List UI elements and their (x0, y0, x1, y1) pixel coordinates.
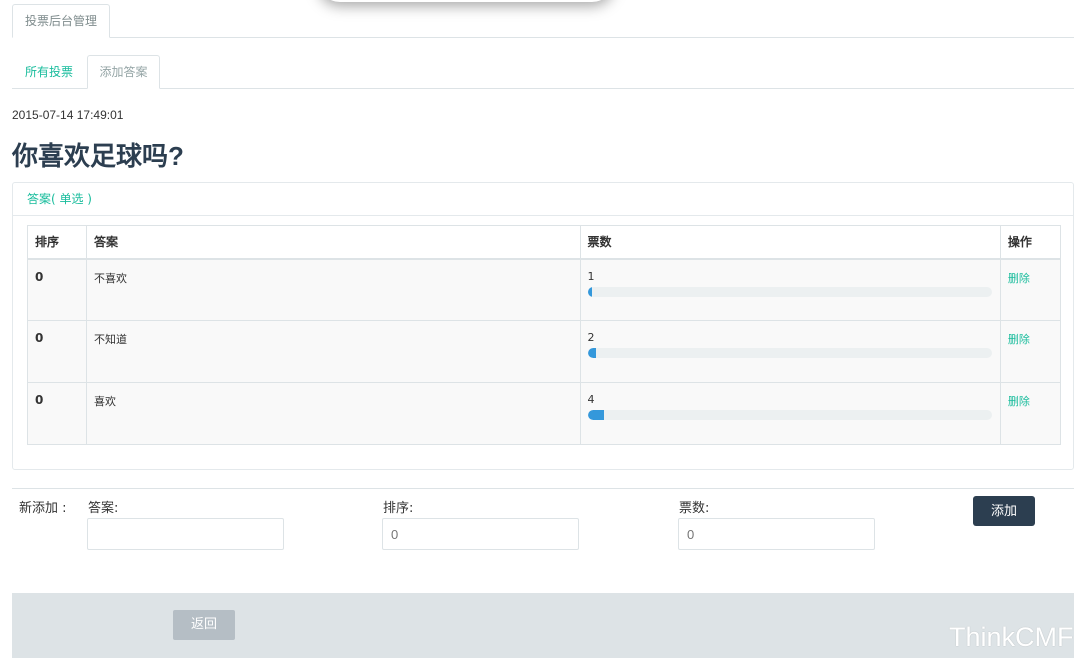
form-actions-bar: 返回 (12, 593, 1074, 658)
row-answer: 不喜欢 (86, 258, 581, 321)
table-row: 0 喜欢 4 删除 (27, 382, 1061, 445)
column-header-answer: 答案 (86, 225, 581, 260)
vote-progress-fill (587, 348, 596, 358)
rank-input[interactable] (382, 518, 579, 550)
row-rank: 0 (27, 320, 88, 383)
votes-input[interactable] (678, 518, 875, 550)
vote-progress-bar (587, 410, 992, 420)
thinkcmf-watermark: ThinkCMF (949, 622, 1074, 652)
panel-title: 答案( 单选 ) (13, 183, 1073, 216)
row-answer: 不知道 (86, 320, 581, 383)
tab-all-votes[interactable]: 所有投票 (12, 55, 86, 89)
tab-add-answer[interactable]: 添加答案 (87, 55, 160, 89)
delete-link[interactable]: 删除 (1000, 258, 1061, 321)
delete-link[interactable]: 删除 (1000, 320, 1061, 383)
row-rank: 0 (27, 258, 88, 321)
answer-field-label: 答案: (88, 501, 119, 516)
votes-field-label: 票数: (679, 501, 710, 516)
row-answer: 喜欢 (86, 382, 581, 445)
row-vote-count: 2 (587, 331, 595, 344)
vote-progress-bar (587, 348, 992, 358)
sub-tab-bar: 所有投票 添加答案 (12, 55, 1074, 89)
table-row: 0 不知道 2 删除 (27, 320, 1061, 383)
delete-link[interactable]: 删除 (1000, 382, 1061, 445)
tab-vote-admin[interactable]: 投票后台管理 (12, 4, 110, 38)
vote-progress-fill (587, 410, 604, 420)
vote-progress-fill (587, 286, 592, 297)
row-votes-cell: 1 (580, 258, 1001, 321)
answer-input[interactable] (87, 518, 284, 550)
row-vote-count: 1 (587, 269, 595, 283)
vote-progress-bar (587, 286, 992, 297)
vote-question: 你喜欢足球吗? (12, 141, 184, 171)
column-header-action: 操作 (1000, 225, 1061, 260)
answers-panel: 答案( 单选 ) 排序 答案 票数 操作 0 不喜欢 1 删除 0 不知道 2 … (12, 182, 1074, 470)
vote-date: 2015-07-14 17:49:01 (12, 108, 124, 122)
row-vote-count: 4 (587, 393, 595, 406)
rank-field-label: 排序: (383, 501, 414, 516)
row-votes-cell: 4 (580, 382, 1001, 445)
add-button[interactable]: 添加 (973, 496, 1035, 526)
table-row: 0 不喜欢 1 删除 (27, 258, 1061, 321)
back-button[interactable]: 返回 (173, 610, 235, 640)
column-header-rank: 排序 (27, 225, 88, 260)
top-tab-bar: 投票后台管理 (12, 0, 1074, 38)
row-votes-cell: 2 (580, 320, 1001, 383)
column-header-votes: 票数 (580, 225, 1001, 260)
add-new-label: 新添加 : (19, 501, 67, 516)
table-header-row: 排序 答案 票数 操作 (27, 225, 1061, 260)
form-divider (12, 488, 1074, 489)
answers-table: 排序 答案 票数 操作 0 不喜欢 1 删除 0 不知道 2 删除 0 喜欢 4… (27, 225, 1061, 445)
row-rank: 0 (27, 382, 88, 445)
